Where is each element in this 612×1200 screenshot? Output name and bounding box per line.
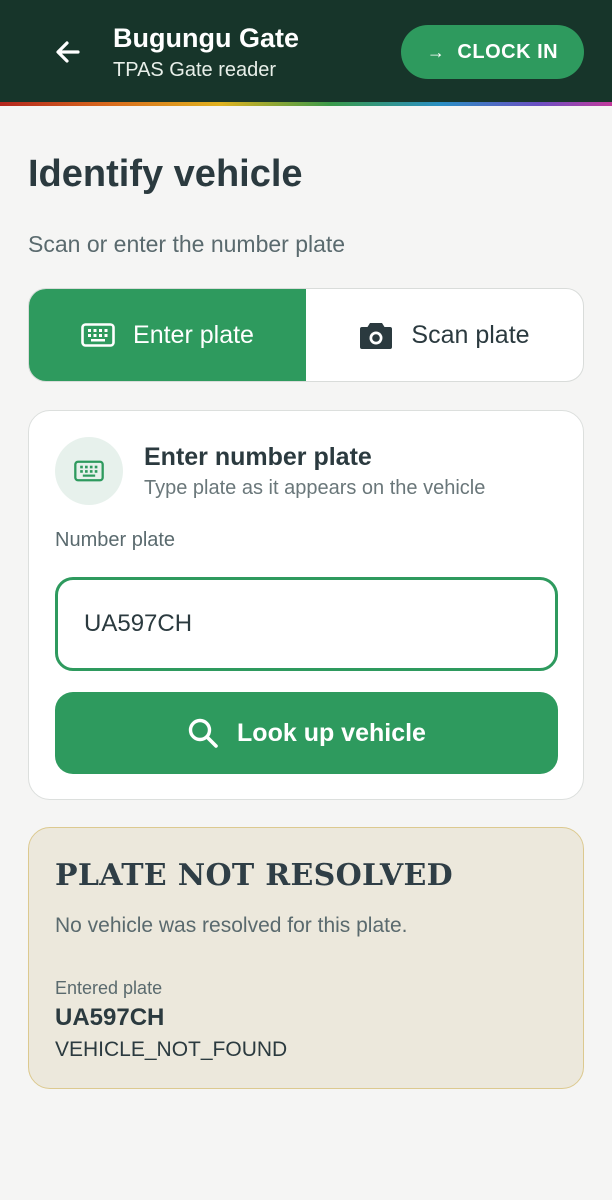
- arrow-left-icon: [56, 41, 80, 63]
- clock-in-label: CLOCK IN: [457, 40, 559, 63]
- error-code: VEHICLE_NOT_FOUND: [55, 1038, 288, 1061]
- camera-icon: [360, 323, 393, 349]
- result-title: PLATE NOT RESOLVED: [55, 858, 453, 893]
- page-subtitle: Scan or enter the number plate: [28, 231, 346, 257]
- enter-plate-tab[interactable]: Enter plate: [29, 289, 306, 381]
- number-plate-input[interactable]: [55, 577, 558, 671]
- page-title: Identify vehicle: [28, 153, 303, 195]
- enter-plate-label: Enter plate: [133, 320, 254, 349]
- back-button[interactable]: [48, 32, 88, 72]
- look-up-vehicle-button[interactable]: Look up vehicle: [55, 692, 558, 774]
- result-message: No vehicle was resolved for this plate.: [55, 914, 408, 937]
- clock-in-button[interactable]: → CLOCK IN: [401, 25, 584, 79]
- plate-result-card: PLATE NOT RESOLVED No vehicle was resolv…: [28, 827, 584, 1089]
- card-title: Enter number plate: [144, 443, 372, 471]
- keypad-badge: [55, 437, 123, 505]
- entered-plate-label: Entered plate: [55, 978, 163, 998]
- number-plate-label: Number plate: [55, 529, 176, 551]
- scan-plate-tab[interactable]: Scan plate: [306, 289, 583, 381]
- look-up-vehicle-label: Look up vehicle: [237, 718, 426, 747]
- app-header: Bugungu Gate TPAS Gate reader → CLOCK IN: [0, 0, 612, 102]
- header-accent-strip: [0, 102, 612, 106]
- header-titles: Bugungu Gate TPAS Gate reader: [113, 22, 299, 84]
- keypad-icon: [74, 460, 104, 482]
- arrow-right-icon: →: [426, 41, 446, 62]
- mode-toggle: Enter plate Scan plate: [28, 288, 584, 382]
- search-icon: [188, 718, 218, 748]
- plate-entry-card: Enter number plate Type plate as it appe…: [28, 410, 584, 800]
- keypad-icon: [81, 323, 115, 347]
- gate-subtitle: TPAS Gate reader: [113, 59, 277, 81]
- gate-name: Bugungu Gate: [113, 23, 299, 53]
- card-subtitle: Type plate as it appears on the vehicle: [144, 477, 486, 499]
- entered-plate-value: UA597CH: [55, 1004, 165, 1031]
- scan-plate-label: Scan plate: [411, 320, 530, 349]
